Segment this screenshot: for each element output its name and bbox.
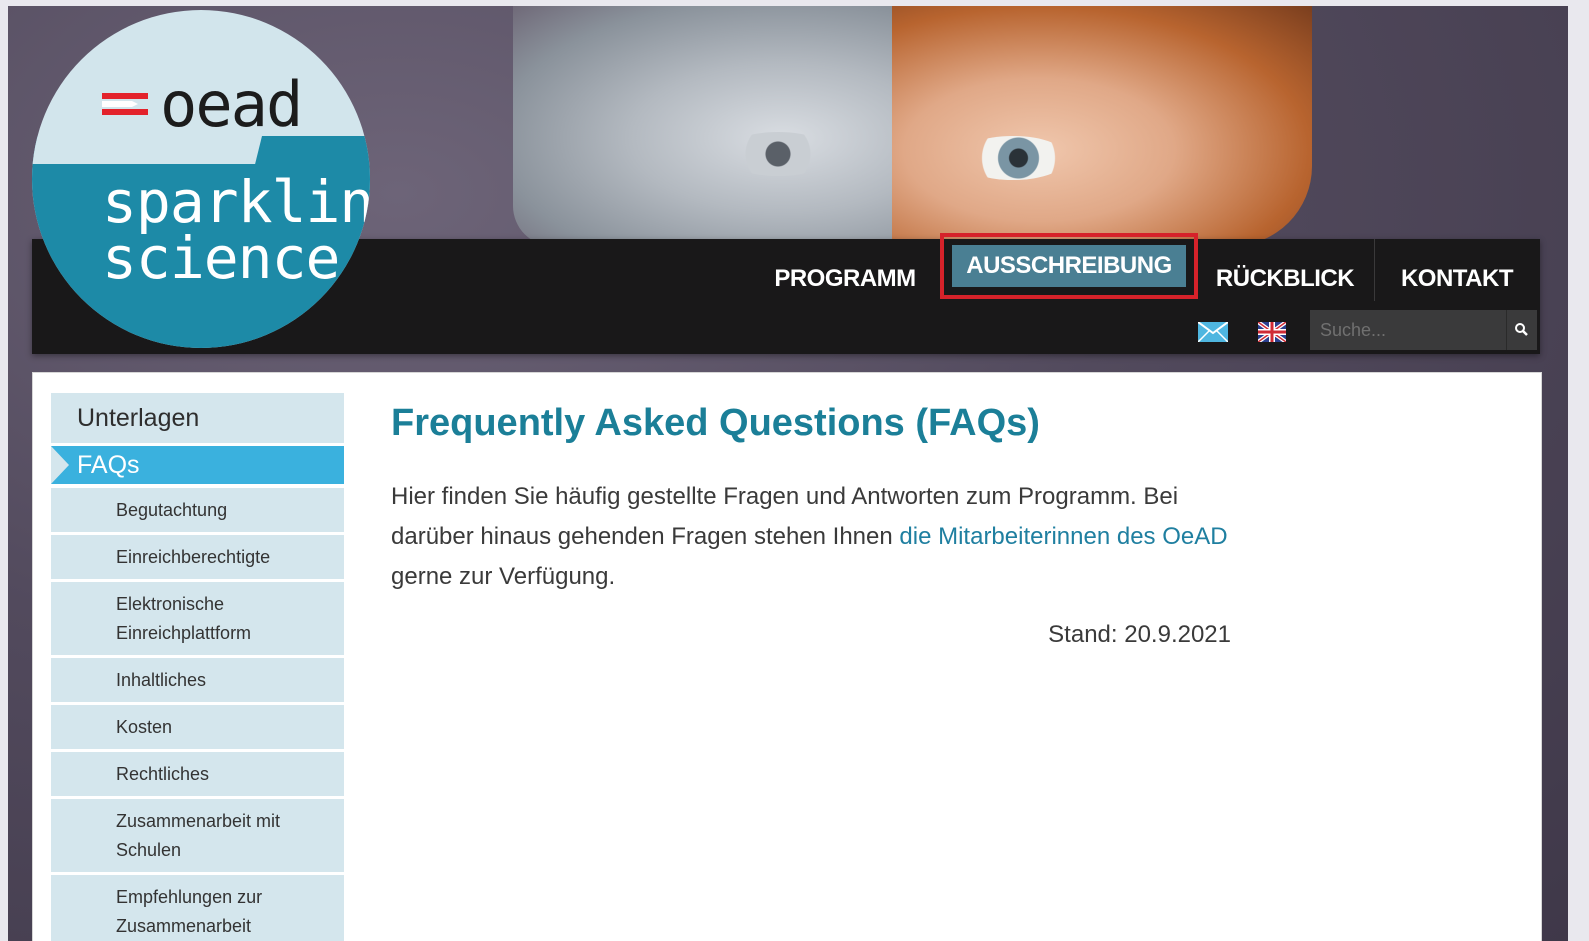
main-content: Frequently Asked Questions (FAQs) Hier f… xyxy=(391,395,1231,649)
page-frame: PROGRAMM AUSSCHREIBUNG RÜCKBLICK KONTAKT xyxy=(8,6,1568,941)
search-input[interactable] xyxy=(1310,310,1506,350)
nav-item-ausschreibung[interactable]: AUSSCHREIBUNG xyxy=(952,245,1186,287)
logo-science-text: science xyxy=(102,224,340,292)
sidebar-item-einreichplattform[interactable]: Elektronische Einreichplattform xyxy=(51,582,344,655)
sidebar-item-kosten[interactable]: Kosten xyxy=(51,705,344,749)
mail-icon[interactable] xyxy=(1198,322,1228,342)
intro-text-after: gerne zur Verfügung. xyxy=(391,563,616,590)
sidebar: Unterlagen FAQs Begutachtung Einreichber… xyxy=(51,393,344,941)
content-panel: Unterlagen FAQs Begutachtung Einreichber… xyxy=(32,372,1542,941)
last-updated-date: Stand: 20.9.2021 xyxy=(1048,621,1231,648)
sidebar-item-begutachtung[interactable]: Begutachtung xyxy=(51,488,344,532)
sidebar-item-empfehlungen[interactable]: Empfehlungen zur Zusammenarbeit xyxy=(51,875,344,941)
nav-item-programm[interactable]: PROGRAMM xyxy=(762,257,928,301)
nav-item-kontakt[interactable]: KONTAKT xyxy=(1382,257,1532,301)
page-title: Frequently Asked Questions (FAQs) xyxy=(391,402,1040,444)
staff-contact-link[interactable]: die Mitarbeiterinnen des OeAD xyxy=(899,523,1227,550)
nav-divider xyxy=(1374,239,1375,301)
austria-flag-icon xyxy=(102,93,148,115)
search-icon xyxy=(1515,323,1528,336)
sidebar-item-zusammenarbeit-schulen[interactable]: Zusammenarbeit mit Schulen xyxy=(51,799,344,872)
nav-highlight-box: AUSSCHREIBUNG xyxy=(940,233,1198,299)
nav-item-rueckblick[interactable]: RÜCKBLICK xyxy=(1202,257,1368,301)
logo-oead-text: oead xyxy=(160,68,303,141)
logo-sparkling-text: sparkling xyxy=(102,168,370,236)
hero-portrait-image xyxy=(892,6,1312,246)
sidebar-item-inhaltliches[interactable]: Inhaltliches xyxy=(51,658,344,702)
statue-eye-image xyxy=(723,132,833,176)
sidebar-item-rechtliches[interactable]: Rechtliches xyxy=(51,752,344,796)
search-button[interactable] xyxy=(1506,310,1537,350)
intro-paragraph: Hier finden Sie häufig gestellte Fragen … xyxy=(391,477,1231,597)
sidebar-item-unterlagen[interactable]: Unterlagen xyxy=(51,393,344,443)
uk-flag-icon[interactable] xyxy=(1258,322,1286,342)
sidebar-item-einreichberechtigte[interactable]: Einreichberechtigte xyxy=(51,535,344,579)
hero-statue-image xyxy=(513,6,898,246)
sidebar-item-faqs[interactable]: FAQs xyxy=(51,446,344,484)
sparkling-science-logo[interactable]: oead sparkling science xyxy=(32,10,370,348)
portrait-eye-image xyxy=(958,136,1068,180)
